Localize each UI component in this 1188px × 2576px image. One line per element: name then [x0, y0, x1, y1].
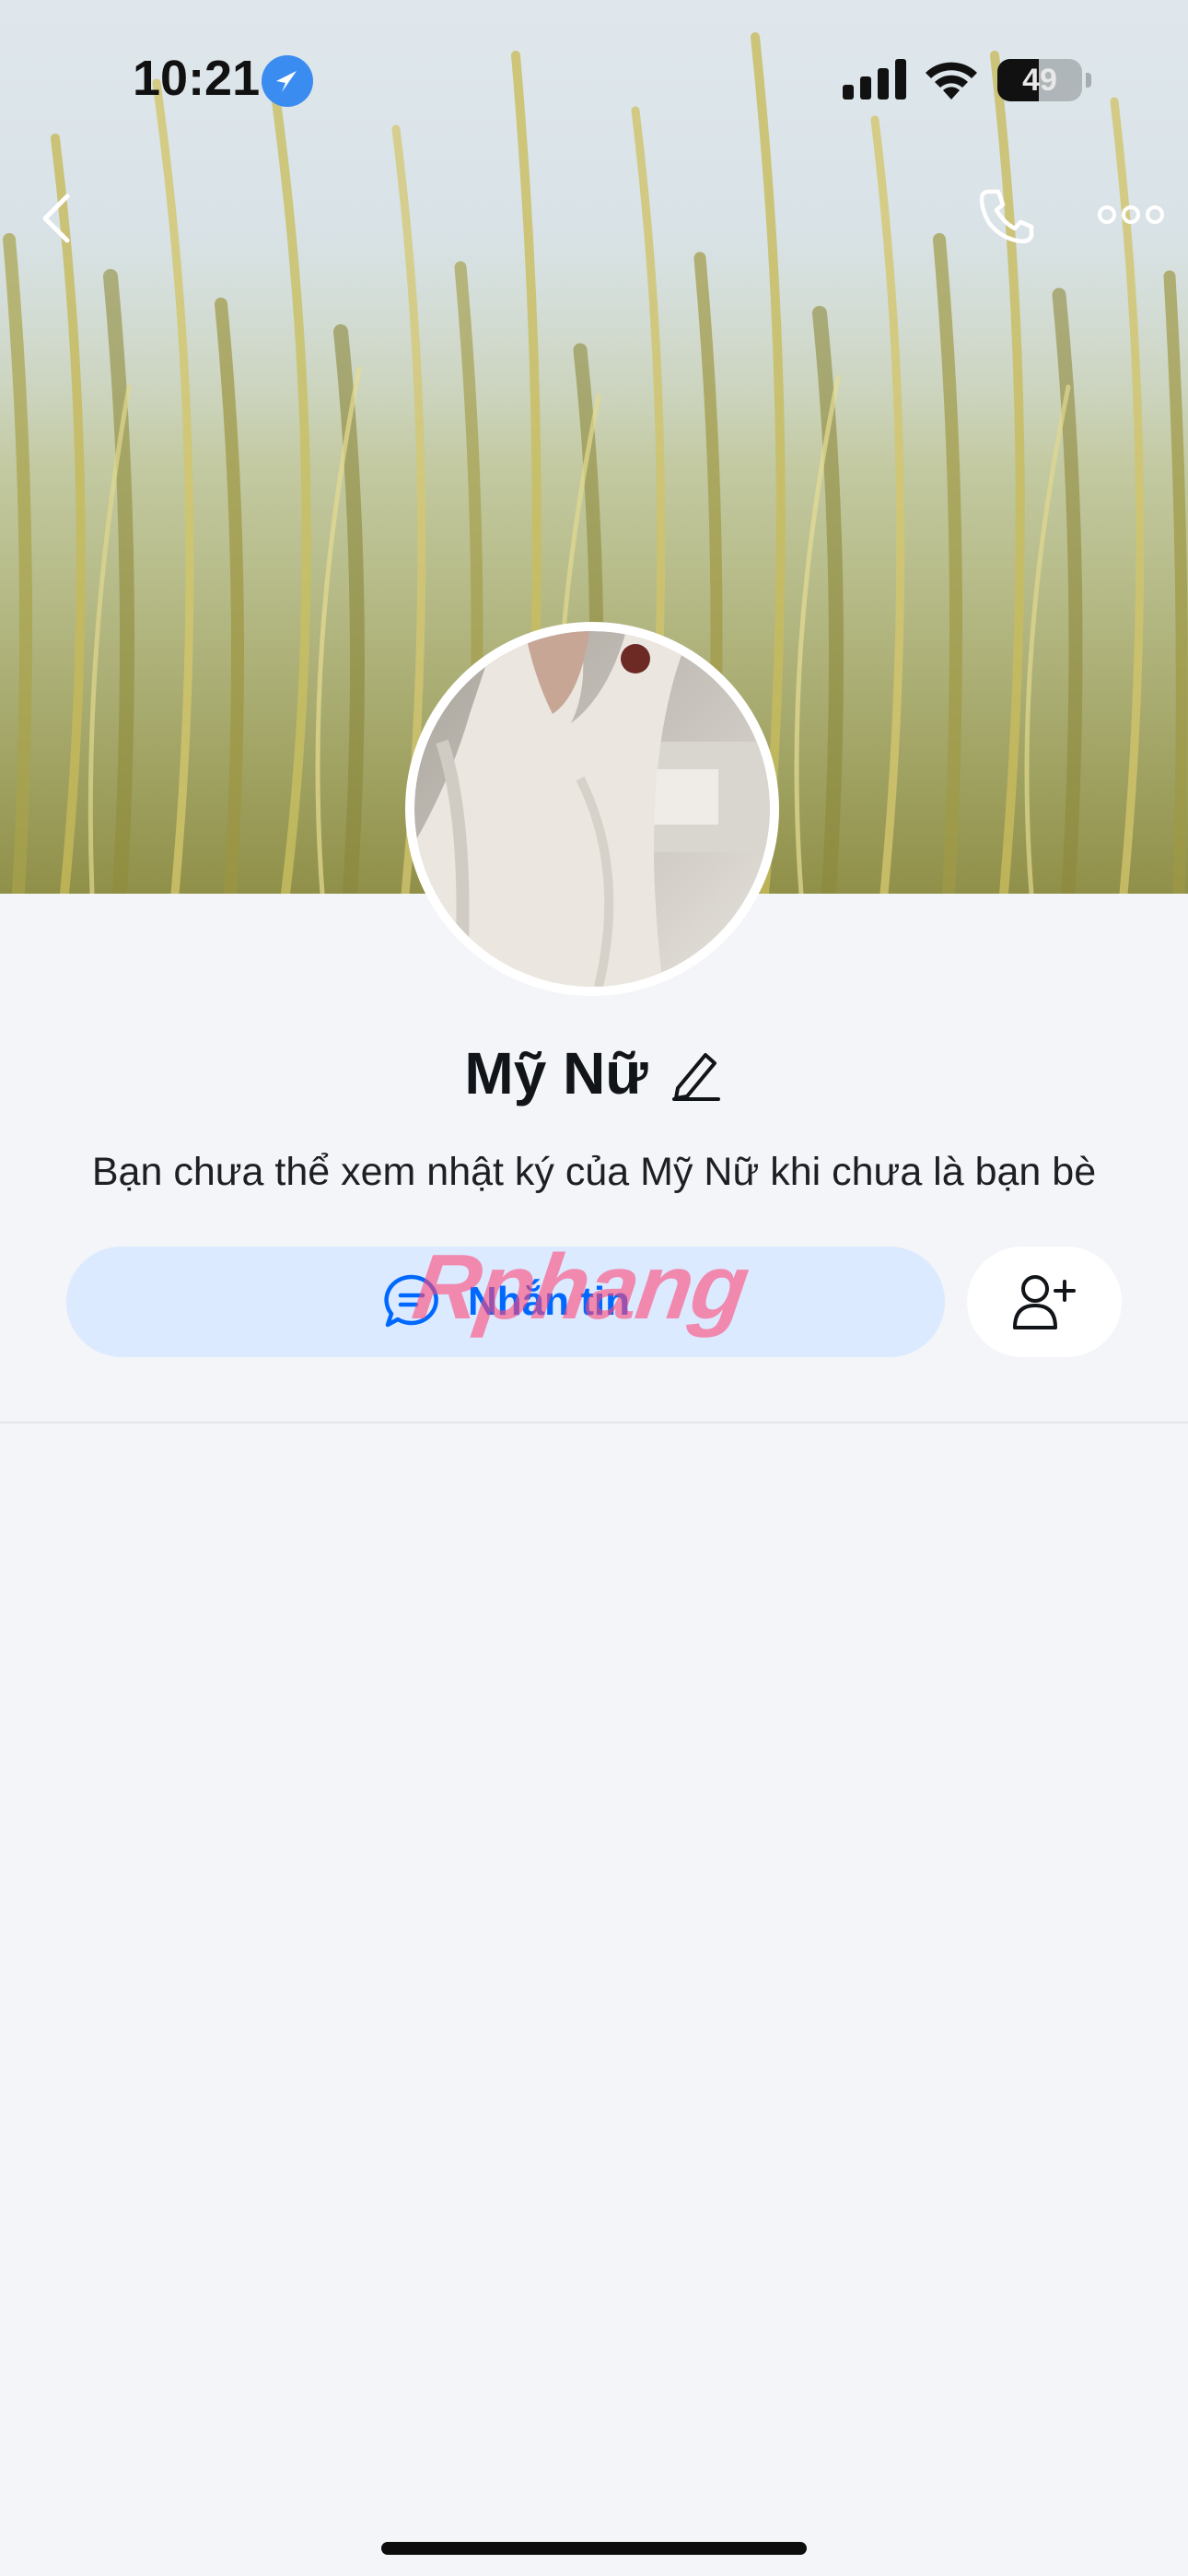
location-arrow-icon	[262, 55, 313, 107]
home-indicator[interactable]	[381, 2542, 807, 2555]
cellular-signal-icon	[843, 59, 906, 100]
battery-level: 49	[1022, 63, 1057, 98]
pencil-icon[interactable]	[669, 1046, 724, 1101]
battery-indicator: 49	[997, 59, 1082, 101]
phone-icon	[979, 189, 1034, 244]
profile-name: Mỹ Nữ	[464, 1040, 648, 1107]
more-horizontal-icon	[1098, 205, 1164, 224]
more-options-button[interactable]	[1087, 173, 1175, 256]
section-divider	[0, 1422, 1188, 1423]
status-time: 10:21	[133, 51, 261, 106]
battery-cap	[1086, 73, 1091, 88]
chevron-left-icon	[42, 193, 70, 243]
add-user-icon	[1013, 1275, 1076, 1329]
back-button[interactable]	[15, 177, 98, 260]
diary-privacy-notice: Bạn chưa thể xem nhật ký của Mỹ Nữ khi c…	[91, 1150, 1097, 1194]
message-button-label: Nhắn tin	[468, 1279, 630, 1324]
status-bar: 10:21 49	[0, 0, 1188, 157]
profile-avatar[interactable]	[405, 622, 779, 996]
profile-name-row: Mỹ Nữ	[0, 1039, 1188, 1107]
call-button[interactable]	[965, 175, 1048, 258]
message-button[interactable]: Nhắn tin	[66, 1247, 945, 1357]
add-friend-button[interactable]	[967, 1247, 1122, 1357]
wifi-icon	[926, 62, 977, 100]
chat-bubble-icon	[384, 1274, 438, 1328]
